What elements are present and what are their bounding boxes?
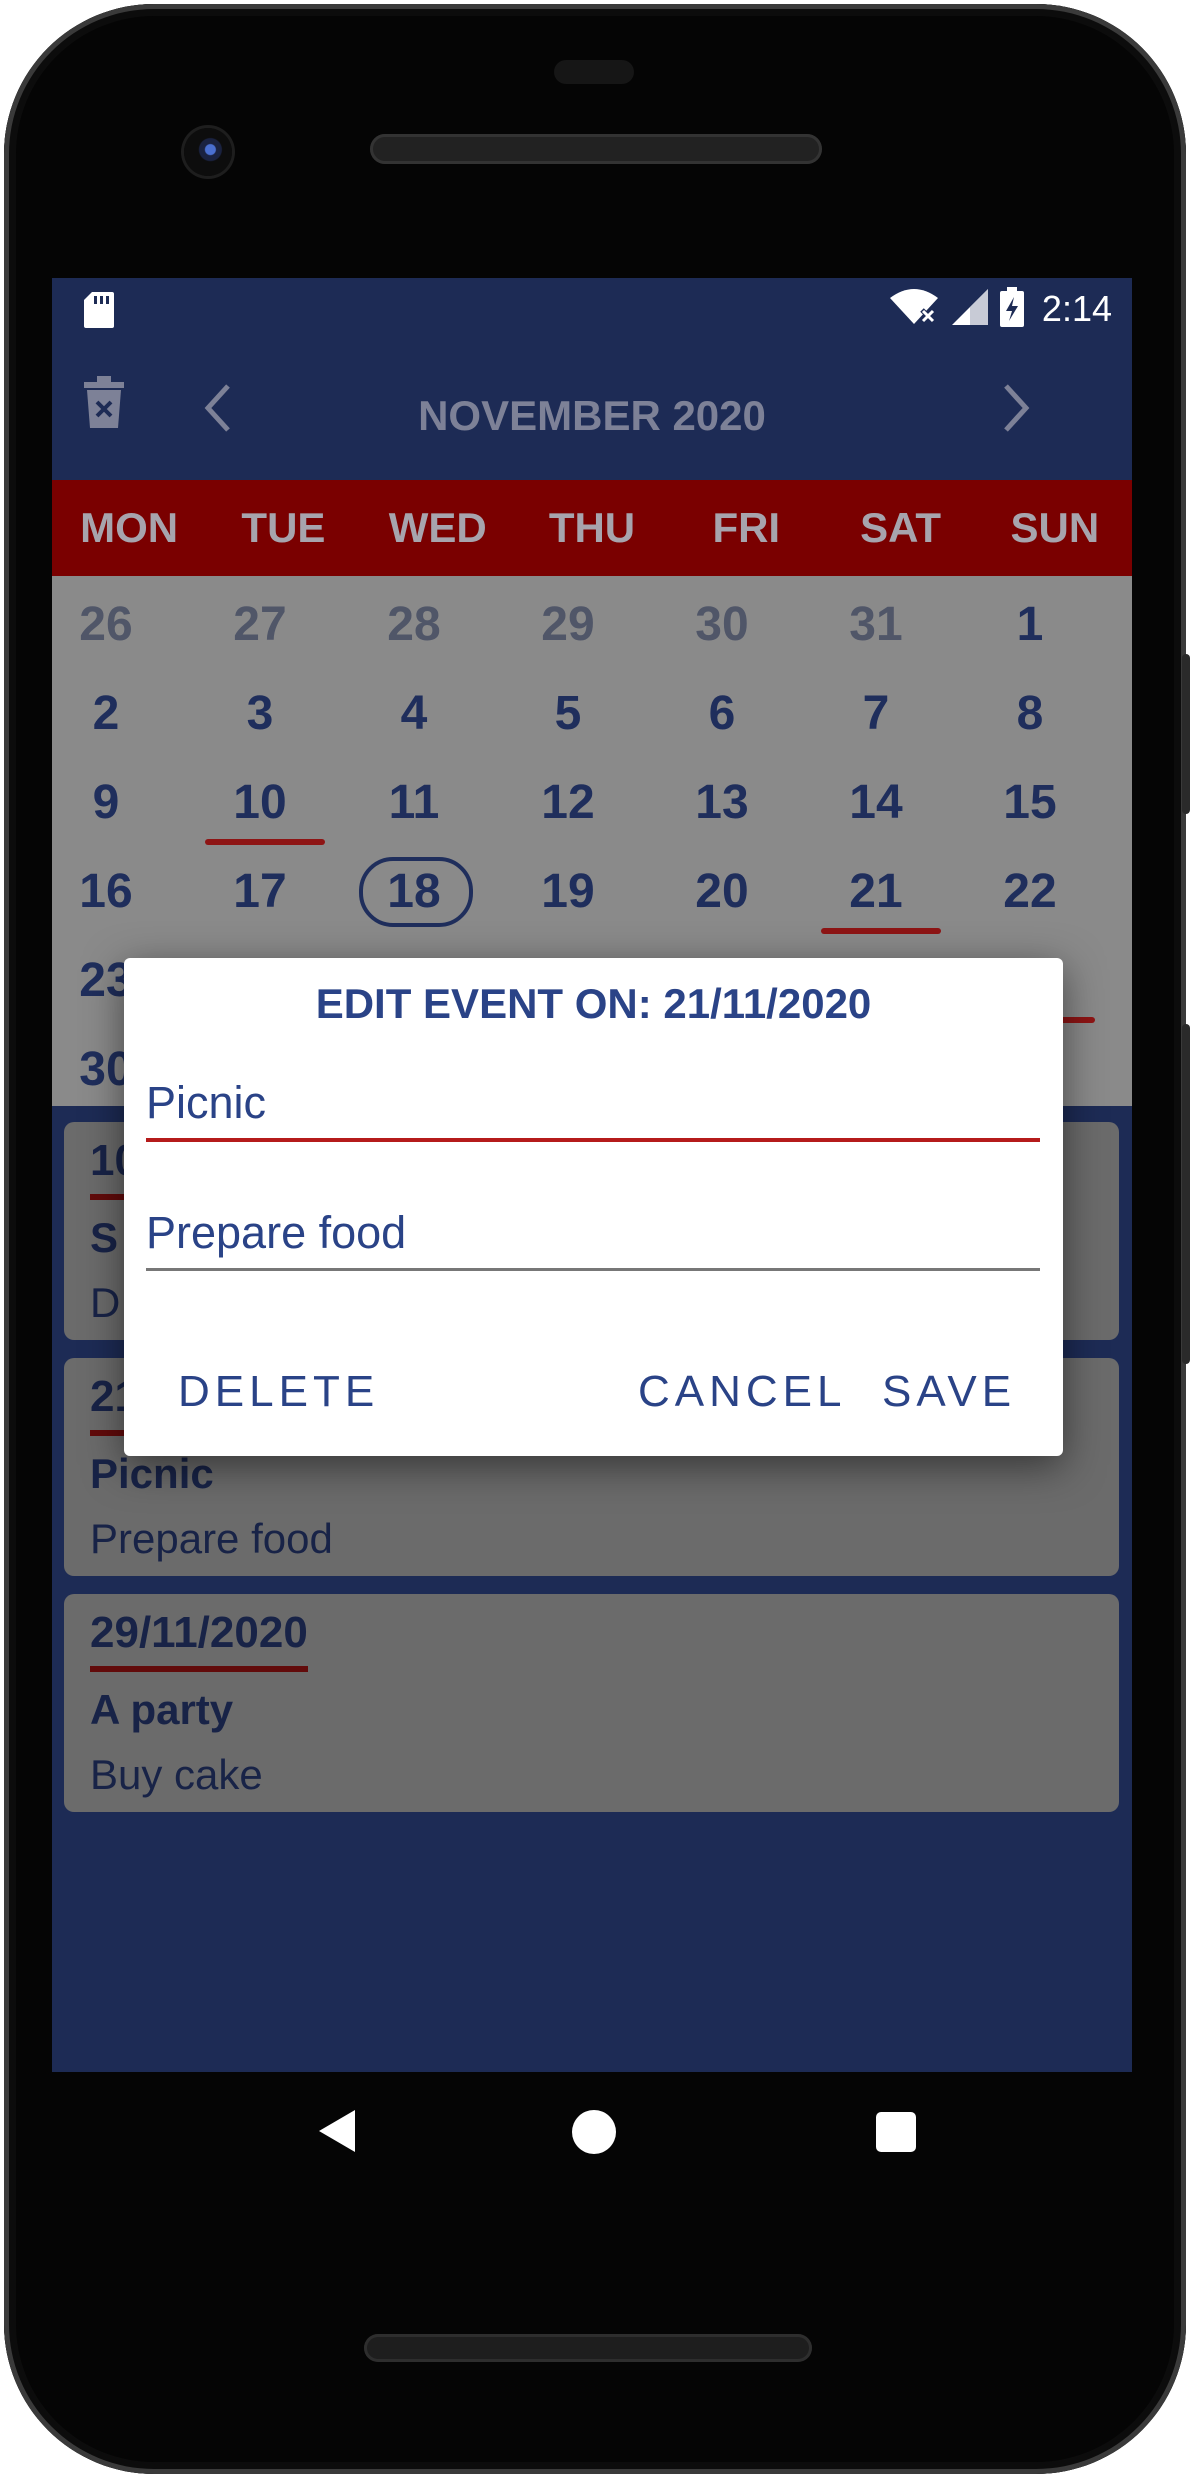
chevron-right-icon[interactable]: [1002, 382, 1032, 439]
cancel-button[interactable]: CANCEL: [638, 1352, 847, 1432]
system-navigation-bar: [52, 2072, 1132, 2202]
weekday-label: THU: [548, 504, 636, 551]
calendar-day[interactable]: 15: [953, 758, 1107, 847]
calendar-day[interactable]: 26: [52, 580, 183, 669]
signal-icon: [951, 288, 988, 330]
calendar-day[interactable]: 16: [52, 847, 183, 936]
calendar-day[interactable]: 11: [337, 758, 491, 847]
volume-button: [1182, 1024, 1190, 1364]
event-description-input[interactable]: [146, 1198, 1040, 1271]
calendar-day[interactable]: 13: [645, 758, 799, 847]
weekday-header: MON TUE WED THU FRI SAT SUN: [52, 480, 1132, 576]
calendar-day[interactable]: 9: [52, 758, 183, 847]
calendar-day[interactable]: 19: [491, 847, 645, 936]
earpiece-speaker: [370, 134, 822, 164]
calendar-day[interactable]: 12: [491, 758, 645, 847]
event-date: 29/11/2020: [90, 1608, 308, 1672]
event-description: Prepare food: [90, 1515, 333, 1562]
nav-home-icon[interactable]: [572, 2110, 616, 2154]
calendar-day[interactable]: 31: [799, 580, 953, 669]
weekday-label: TUE: [241, 504, 326, 551]
nav-recents-icon[interactable]: [876, 2112, 916, 2152]
event-description: Buy cake: [90, 1751, 263, 1798]
status-clock: 2:14: [1041, 288, 1112, 329]
event-description: D: [90, 1279, 121, 1326]
weekday-label: WED: [388, 504, 487, 551]
weekday-label: SUN: [1010, 504, 1100, 551]
status-bar: 2:14: [52, 278, 1132, 340]
event-title: A party: [90, 1686, 234, 1733]
status-icons: 2:14: [888, 286, 1112, 332]
weekday-label: SAT: [860, 504, 941, 551]
calendar-day[interactable]: 27: [183, 580, 337, 669]
calendar-day[interactable]: 5: [491, 669, 645, 758]
app-toolbar: NOVEMBER 2020: [52, 340, 1132, 480]
event-title-input[interactable]: [146, 1068, 1040, 1142]
proximity-sensor: [554, 60, 634, 84]
save-button[interactable]: SAVE: [882, 1352, 1016, 1432]
event-card[interactable]: 29/11/2020 A party Buy cake: [64, 1594, 1119, 1812]
calendar-day[interactable]: 8: [953, 669, 1107, 758]
app-screen: 2:14 NOVEMBER 2020 MON TUE WED THU FRI S…: [52, 278, 1132, 2072]
front-camera: [184, 128, 232, 176]
calendar-day[interactable]: 30: [645, 580, 799, 669]
weekday-label: FRI: [712, 504, 781, 551]
calendar-day[interactable]: 17: [183, 847, 337, 936]
calendar-day[interactable]: 4: [337, 669, 491, 758]
calendar-day[interactable]: 14: [799, 758, 953, 847]
calendar-day[interactable]: 2: [52, 669, 183, 758]
power-button: [1182, 654, 1190, 814]
calendar-day[interactable]: 21: [799, 847, 953, 936]
calendar-day[interactable]: 10: [183, 758, 337, 847]
dialog-title: EDIT EVENT ON: 21/11/2020: [315, 980, 872, 1027]
calendar-day[interactable]: 22: [953, 847, 1107, 936]
event-title: S: [90, 1214, 119, 1261]
bottom-speaker: [364, 2334, 812, 2362]
nav-back-icon[interactable]: [317, 2108, 357, 2159]
month-title: NOVEMBER 2020: [418, 392, 766, 439]
calendar-day[interactable]: 7: [799, 669, 953, 758]
calendar-day[interactable]: 29: [491, 580, 645, 669]
weekday-label: MON: [80, 504, 179, 551]
wifi-icon: [888, 288, 940, 331]
calendar-day[interactable]: 1: [953, 580, 1107, 669]
calendar-day[interactable]: 28: [337, 580, 491, 669]
calendar-day[interactable]: 18: [337, 847, 491, 936]
calendar-day[interactable]: 6: [645, 669, 799, 758]
battery-charging-icon: [999, 286, 1024, 332]
delete-button[interactable]: DELETE: [178, 1352, 379, 1432]
event-title: Picnic: [90, 1450, 214, 1497]
calendar-day[interactable]: 3: [183, 669, 337, 758]
edit-event-dialog: EDIT EVENT ON: 21/11/2020 DELETE CANCEL …: [124, 958, 1063, 1456]
sd-card-icon: [84, 292, 114, 333]
calendar-day[interactable]: 20: [645, 847, 799, 936]
